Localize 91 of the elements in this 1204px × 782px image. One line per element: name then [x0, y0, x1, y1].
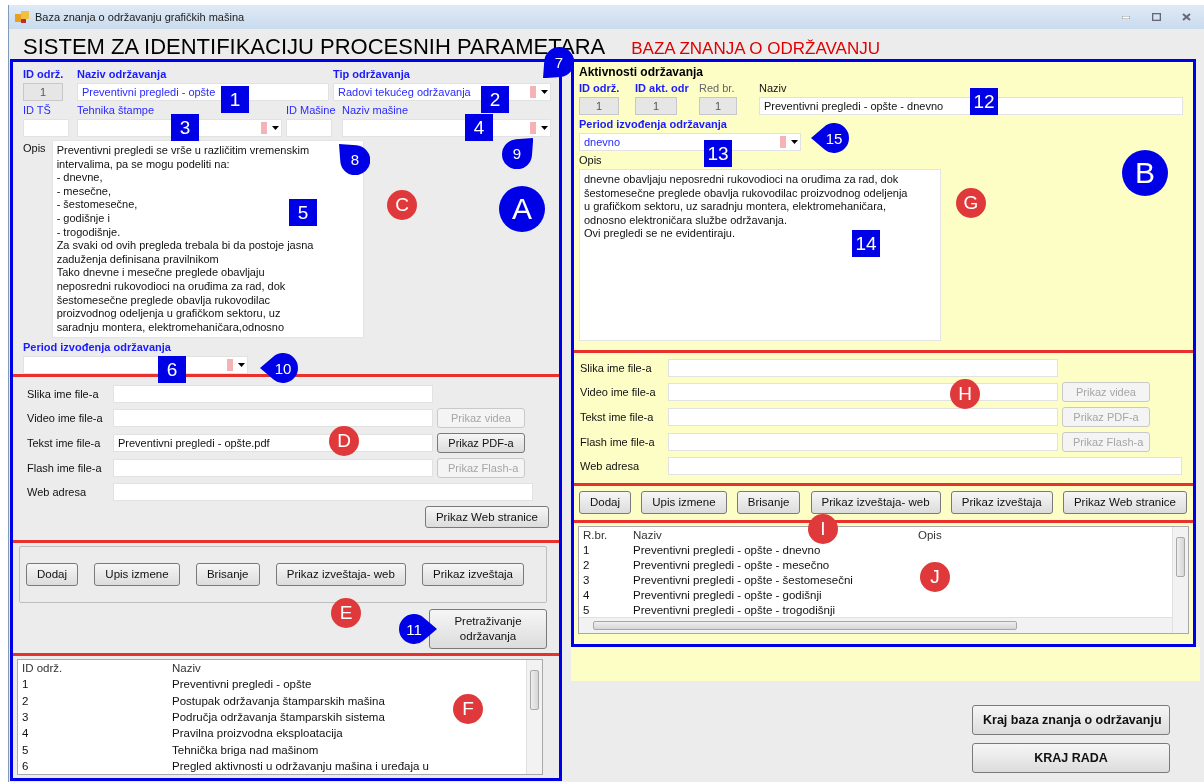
caret-icon: [272, 126, 279, 130]
list-cell: 2: [22, 694, 29, 707]
button[interactable]: Upis izmene: [641, 491, 727, 514]
button[interactable]: Prikaz Web stranice: [424, 506, 549, 528]
caret-icon: [541, 90, 548, 94]
callout-number: 4: [465, 114, 493, 141]
callout-letter: I: [808, 514, 838, 544]
button[interactable]: Prikaz izveštaja: [950, 491, 1053, 514]
list-cell: 2: [583, 558, 590, 571]
button[interactable]: Upis izmene: [94, 563, 180, 586]
vertical-scrollbar[interactable]: [526, 660, 542, 774]
callout-number: 2: [481, 86, 509, 113]
text-field[interactable]: [668, 408, 1058, 426]
column-header[interactable]: Naziv: [172, 662, 201, 675]
text-field[interactable]: [113, 483, 533, 501]
callout-number: 1: [221, 86, 249, 113]
text-field[interactable]: [668, 359, 1058, 377]
callout-letter: C: [387, 190, 417, 220]
list-cell: 4: [22, 727, 29, 740]
maximize-icon: [1151, 13, 1161, 21]
minimize-icon: [1122, 15, 1130, 19]
button[interactable]: Kraj baza znanja o održavanju: [972, 705, 1170, 735]
button[interactable]: Prikaz Web stranice: [1062, 491, 1187, 514]
column-header[interactable]: R.br.: [583, 528, 608, 541]
button[interactable]: Brisanje: [736, 491, 801, 514]
horizontal-scrollbar[interactable]: [579, 617, 1172, 633]
callout-number: 12: [970, 88, 998, 115]
callout-letter: D: [329, 426, 359, 456]
callout-number: 13: [704, 140, 732, 167]
callout-pin: 15: [811, 123, 849, 153]
button[interactable]: Prikaz izveštaja- web: [810, 491, 941, 514]
list-cell: 4: [583, 588, 590, 601]
list-cell: Područja održavanja štamparskih sistema: [172, 711, 385, 723]
callout-letter: E: [331, 598, 361, 628]
list-cell: Preventivni pregledi - opšte - dnevno: [633, 543, 821, 556]
text-field[interactable]: [668, 457, 1182, 475]
button[interactable]: Pretraživanje održavanja: [429, 609, 547, 649]
column-header[interactable]: Naziv: [633, 528, 662, 541]
list-cell: Preventivni pregledi - opšte - mesečno: [633, 558, 830, 571]
caret-icon: [791, 140, 798, 144]
column-header[interactable]: Opis: [918, 528, 942, 541]
list-cell: 1: [22, 678, 29, 691]
window-title: Baza znanja o održavanju grafičkih mašina: [35, 11, 245, 23]
text-field[interactable]: [113, 409, 433, 427]
list-cell: Tehnička briga nad mašinom: [172, 743, 319, 756]
app-subtitle: BAZA ZNANJA O ODRŽAVANJU: [631, 39, 880, 59]
list-cell: 3: [22, 711, 29, 723]
callout-letter: B: [1122, 150, 1168, 196]
button[interactable]: Brisanje: [195, 563, 260, 586]
callout-number: 3: [171, 114, 199, 141]
callout-number: 6: [158, 356, 186, 383]
callout-pin: 10: [260, 353, 298, 383]
list-cell: 5: [583, 603, 590, 616]
column-header[interactable]: ID održ.: [22, 662, 63, 675]
list-cell: Preventivni pregledi - opšte - šestomesečni: [633, 573, 853, 586]
list-cell: Pravilna proizvodna eksploatacija: [172, 727, 343, 740]
text-field[interactable]: [113, 385, 433, 403]
text-field[interactable]: [23, 119, 69, 137]
list-cell: 6: [22, 759, 29, 772]
button[interactable]: Dodaj: [579, 491, 632, 514]
callout-pin: 9: [502, 137, 534, 169]
button[interactable]: Prikaz PDF-a: [437, 433, 525, 453]
button[interactable]: Prikaz izveštaja: [422, 563, 524, 586]
callout-pin: 11: [399, 614, 437, 644]
list-cell: Preventivni pregledi - opšte - trogodišnji: [633, 603, 835, 616]
text-field[interactable]: [668, 433, 1058, 451]
list-cell: Postupak održavanja štamparskih mašina: [172, 694, 385, 707]
list-cell: 3: [583, 573, 590, 586]
caret-icon: [238, 363, 245, 367]
callout-number: 14: [852, 230, 880, 257]
text-field[interactable]: [668, 383, 1058, 401]
text-field[interactable]: [113, 459, 433, 477]
callout-letter: H: [950, 379, 980, 409]
callout-number: 5: [289, 199, 317, 226]
activities-panel: Aktivnosti održavanja ID održ. ID akt. odr Red br. Naziv 1 1 1 Preventivni pregledi - opšte - dnevno 12 Period izvođenja održavanja dnevno 13 15 Opis dnevne obavljaju neposredni rukovodioci na oruđima za rad, dok šestomesečne preglede obavlja rukovodilac proizvodnog odeljenja u grafičkom sektoru, uz saradnju montera, elektromehaničara, odnosno elektroničara službe održavanja. Ovi pregledi se ne evidentiraju. G B 14 H Slika ime file-a Video ime file-a Prikaz videa Tekst ime file-a Prikaz PDF-a Flash ime file-a Prikaz Flash-a Web adresa I Dodaj Upis izmene Brisanje Prikaz izveštaja- web Prikaz izveštaja Prikaz Web stranice J R.br. Naziv Opis 1 Preventivni pregledi - opšte - dnevno 2 Preventivni pregledi - opšte - mesečno 3 Preventivni pregledi - opšte - šestomesečni 4 Preventivni pregledi - opšte - godišnji 5 Preventivni pregledi - opšte - trogodišnji: [571, 59, 1196, 647]
callout-pin: 8: [338, 143, 370, 175]
list-cell: 5: [22, 743, 29, 756]
list-cell: 1: [583, 543, 590, 556]
list-cell: Pregled aktivnosti u održavanju mašina i uređaja u: [172, 759, 429, 772]
app-icon: [15, 11, 29, 23]
list-cell: Preventivni pregledi - opšte - godišnji: [633, 588, 822, 601]
button[interactable]: Dodaj: [26, 563, 79, 586]
callout-letter: A: [499, 186, 545, 232]
vertical-scrollbar[interactable]: [1172, 527, 1188, 633]
close-icon: [1181, 13, 1191, 21]
text-field[interactable]: [286, 119, 332, 137]
callout-letter: G: [956, 188, 986, 218]
list-cell: Preventivni pregledi - opšte: [172, 678, 312, 691]
button[interactable]: Prikaz izveštaja- web: [275, 563, 406, 586]
caret-icon: [541, 126, 548, 130]
button[interactable]: KRAJ RADA: [972, 743, 1170, 773]
